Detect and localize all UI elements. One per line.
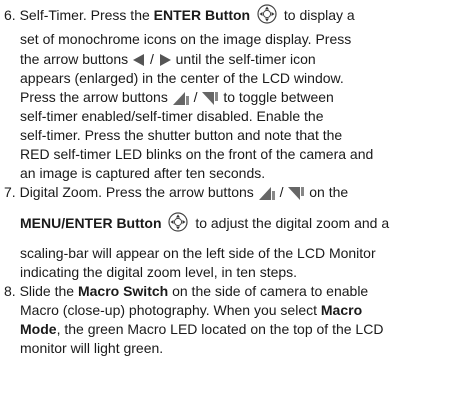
text-line: RED self-timer LED blinks on the front o…	[20, 146, 374, 162]
menu-enter-button-label: MENU/ENTER Button	[20, 215, 162, 231]
text-line: , the green Macro LED located on the top…	[56, 321, 384, 337]
item-8-line-2: Macro (close-up) photography. When you s…	[20, 301, 362, 319]
item-number: 6.	[4, 7, 16, 23]
left-arrow-icon	[132, 53, 146, 67]
item-8-line-3: Mode, the green Macro LED located on the…	[20, 320, 383, 338]
text-line: monitor will light green.	[20, 340, 164, 356]
text-line: an image is captured after ten seconds.	[20, 165, 266, 181]
text-line: indicating the digital zoom level, in te…	[20, 264, 298, 280]
text-line: to display a	[279, 7, 355, 23]
text-line: scaling-bar will appear on the left side…	[20, 245, 376, 261]
up-arrow-icon	[172, 91, 190, 106]
text-line: until the self-timer icon	[175, 51, 316, 67]
text-line: self-timer enabled/self-timer disabled. …	[20, 108, 324, 124]
macro-switch-label: Macro Switch	[77, 283, 169, 299]
text-line: /	[275, 184, 288, 200]
text-line: on the	[309, 184, 349, 200]
text-line: Self-Timer. Press the	[19, 7, 154, 23]
text-line: the arrow buttons	[20, 51, 133, 67]
text-line: appears (enlarged) in the center of the …	[20, 70, 344, 86]
text-line: /	[146, 51, 158, 67]
text-line: /	[189, 89, 202, 105]
item-6-line-3: the arrow buttons / until the self-timer…	[20, 50, 316, 68]
text-line: Slide the	[19, 283, 78, 299]
text-line: Press the arrow buttons	[20, 89, 172, 105]
text-line: on the side of camera to enable	[168, 283, 369, 299]
item-6-line-1: 6. Self-Timer. Press the ENTER Button to…	[4, 4, 355, 26]
text-line: Macro (close-up) photography. When you s…	[20, 302, 321, 318]
enter-button-label: ENTER Button	[153, 7, 251, 23]
text-line: self-timer. Press the shutter button and…	[20, 127, 343, 143]
four-way-enter-button-icon	[257, 4, 277, 24]
item-number: 7.	[4, 184, 16, 200]
item-7-line-1: 7. Digital Zoom. Press the arrow buttons…	[4, 183, 348, 201]
text-line: to adjust the digital zoom and a	[191, 215, 390, 231]
four-way-enter-button-icon	[168, 212, 189, 232]
text-line: Digital Zoom. Press the arrow buttons	[19, 184, 258, 200]
down-arrow-icon	[287, 186, 305, 201]
right-arrow-icon	[158, 53, 172, 67]
text-line: Macro	[320, 302, 363, 318]
text-line: set of monochrome icons on the image dis…	[20, 31, 352, 47]
item-number: 8.	[4, 283, 16, 299]
item-6-line-5: Press the arrow buttons / to toggle betw…	[20, 88, 334, 106]
down-arrow-icon	[201, 91, 219, 106]
item-8-line-1: 8. Slide the Macro Switch on the side of…	[4, 282, 368, 300]
text-line: to toggle between	[223, 89, 334, 105]
text-line: Mode	[20, 321, 57, 337]
item-7-line-2: MENU/ENTER Button to adjust the digital …	[20, 212, 390, 234]
up-arrow-icon	[258, 186, 276, 201]
